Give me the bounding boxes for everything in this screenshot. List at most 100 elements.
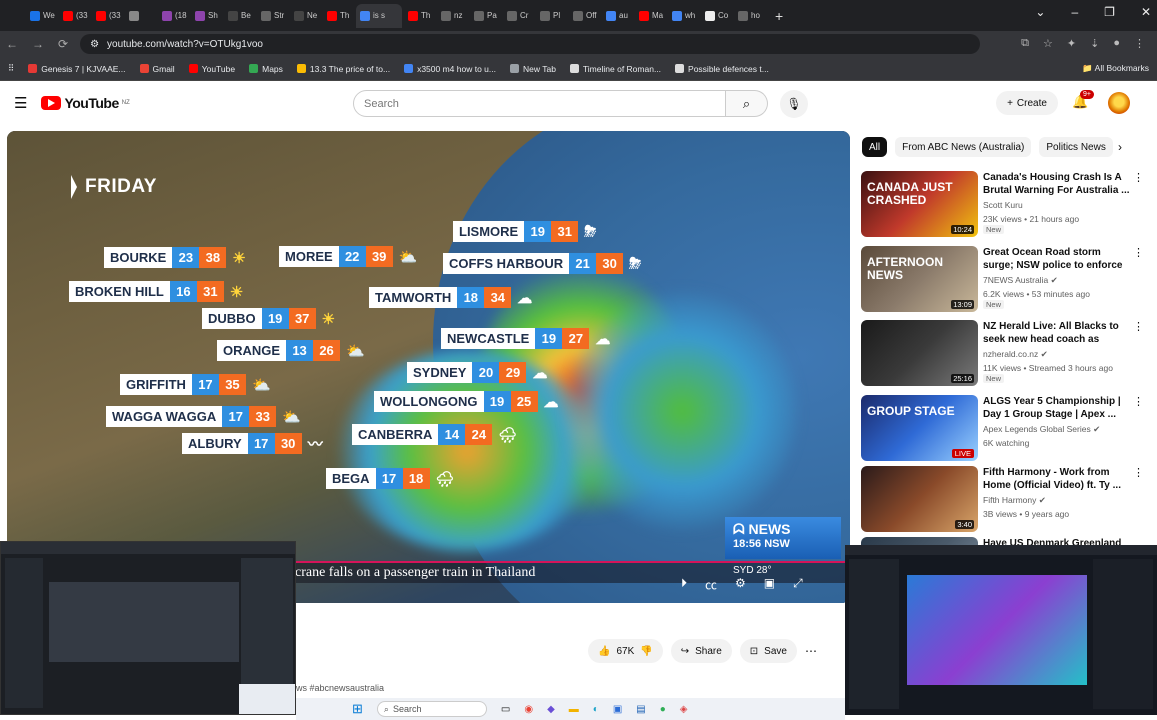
app-icon[interactable]: ◆	[547, 704, 555, 715]
recommendation-item[interactable]: 3:40 Fifth Harmony - Work from Home (Offi…	[861, 466, 1144, 532]
browser-tab[interactable]: (18	[158, 4, 189, 28]
video-title[interactable]: ALGS Year 5 Championship | Day 1 Group S…	[983, 395, 1131, 421]
recommendation-item[interactable]: GROUP STAGE LIVE ALGS Year 5 Championship …	[861, 395, 1144, 461]
browser-tab[interactable]: Pa	[470, 4, 501, 28]
downloads-icon[interactable]: ⇣	[1090, 37, 1099, 50]
search-input[interactable]: Search	[353, 90, 726, 117]
browser-tab[interactable]: wh	[668, 4, 699, 28]
app-icon[interactable]: ●	[660, 704, 666, 715]
more-options-icon[interactable]: ⋮	[1133, 466, 1144, 479]
like-button[interactable]: 👍 67K 👎	[588, 639, 663, 663]
chevron-down-icon[interactable]: ⌄	[1035, 5, 1045, 19]
maximize-button[interactable]: ❐	[1104, 5, 1115, 19]
youtube-logo[interactable]: YouTube NZ	[41, 95, 130, 111]
new-tab-button[interactable]: +	[775, 8, 783, 24]
browser-tab[interactable]: is s	[356, 3, 402, 28]
apps-icon[interactable]: ⠿	[8, 63, 14, 74]
fullscreen-icon[interactable]: ⤢	[793, 576, 803, 593]
video-title[interactable]: Great Ocean Road storm surge; NSW police…	[983, 246, 1131, 274]
bookmark-item[interactable]: 13.3 The price of to...	[296, 64, 390, 74]
video-title[interactable]: NZ Herald Live: All Blacks to seek new h…	[983, 320, 1131, 348]
bookmark-item[interactable]: Possible defences t...	[675, 64, 769, 74]
create-button[interactable]: + Create	[996, 91, 1058, 115]
recommendation-item[interactable]: AFTERNOON NEWS 13:09 Great Ocean Road stor…	[861, 246, 1144, 312]
video-player[interactable]: FRIDAY LISMORE 19 31 ⛈ BOURKE 23 38 ☀ MOREE 22 39 ⛅…	[7, 131, 850, 603]
app-icon[interactable]: ◈	[680, 704, 688, 715]
browser-tab[interactable]: Co	[701, 4, 732, 28]
bookmark-item[interactable]: YouTube	[188, 64, 235, 74]
description-hashtags[interactable]: ws #abcnewsaustralia	[296, 683, 384, 693]
browser-tab[interactable]: Ne	[290, 4, 321, 28]
bookmark-item[interactable]: Timeline of Roman...	[569, 64, 661, 74]
browser-tab[interactable]: Th	[404, 4, 435, 28]
app-icon[interactable]: ▣	[613, 704, 622, 715]
more-actions-icon[interactable]: ⋯	[805, 644, 817, 658]
browser-tab[interactable]: Ma	[635, 4, 666, 28]
browser-tab[interactable]: We	[26, 4, 57, 28]
more-options-icon[interactable]: ⋮	[1133, 246, 1144, 259]
save-button[interactable]: ⊡ Save	[739, 639, 797, 663]
channel-name[interactable]: 7NEWS Australia ✔	[983, 275, 1058, 286]
miniplayer-icon[interactable]: ▣	[764, 576, 775, 593]
channel-name[interactable]: Fifth Harmony ✔	[983, 495, 1046, 506]
bookmark-star-icon[interactable]: ☆	[1043, 37, 1053, 50]
browser-tab[interactable]: Sh	[191, 4, 222, 28]
dislike-button[interactable]: 👎	[640, 646, 652, 657]
more-options-icon[interactable]: ⋮	[1133, 395, 1144, 408]
voice-search-button[interactable]: 🎙	[780, 90, 808, 118]
forward-button[interactable]: →	[32, 37, 44, 51]
browser-tab[interactable]: ho	[734, 4, 765, 28]
profile-icon[interactable]: ●	[1113, 37, 1120, 50]
bookmark-item[interactable]: Gmail	[139, 64, 175, 74]
all-bookmarks-button[interactable]: 📁 All Bookmarks	[1082, 63, 1149, 74]
browser-tab[interactable]: Str	[257, 4, 288, 28]
edge-icon[interactable]: ◐	[593, 704, 599, 715]
minimize-button[interactable]: –	[1071, 5, 1078, 19]
browser-tab[interactable]	[125, 4, 156, 28]
filter-chip[interactable]: Politics News	[1039, 137, 1113, 157]
bookmark-item[interactable]: x3500 m4 how to u...	[404, 64, 496, 74]
windows-start-icon[interactable]: ⊞	[352, 701, 363, 717]
more-options-icon[interactable]: ⋮	[1133, 171, 1144, 184]
more-options-icon[interactable]: ⋮	[1133, 320, 1144, 333]
back-button[interactable]: ←	[6, 37, 18, 51]
app-icon[interactable]: ▤	[636, 704, 645, 715]
recommendation-item[interactable]: CANADA JUST CRASHED 10:24 Canada's Housing…	[861, 171, 1144, 237]
bookmark-item[interactable]: Genesis 7 | KJVAAE...	[28, 64, 126, 74]
browser-tab[interactable]: Th	[323, 4, 354, 28]
task-view-icon[interactable]: ▭	[501, 704, 510, 715]
chrome-icon[interactable]: ◉	[524, 704, 533, 715]
settings-gear-icon[interactable]: ⚙	[735, 576, 746, 593]
extensions-icon[interactable]: ✦	[1067, 37, 1076, 50]
video-thumbnail[interactable]: 25:16	[861, 320, 978, 386]
captions-icon[interactable]: ㏄	[705, 576, 717, 593]
reload-button[interactable]: ⟳	[58, 37, 68, 51]
install-icon[interactable]: ⧉	[1021, 37, 1029, 50]
chevron-right-icon[interactable]: ›	[1118, 140, 1122, 154]
video-thumbnail[interactable]: GROUP STAGE LIVE	[861, 395, 978, 461]
folder-icon[interactable]: ▬	[569, 704, 579, 715]
browser-tab[interactable]: (33	[59, 4, 90, 28]
browser-tab[interactable]: nz	[437, 4, 468, 28]
channel-name[interactable]: Scott Kuru	[983, 200, 1023, 210]
site-info-icon[interactable]: ⚙	[90, 39, 99, 50]
search-button[interactable]: ⌕	[726, 90, 768, 117]
taskbar-search[interactable]: ⌕ Search	[376, 701, 487, 717]
browser-tab[interactable]: (33	[92, 4, 123, 28]
video-title[interactable]: Fifth Harmony - Work from Home (Official…	[983, 466, 1131, 492]
bookmark-item[interactable]: New Tab	[510, 64, 556, 74]
browser-tab[interactable]: Be	[224, 4, 255, 28]
channel-name[interactable]: nzherald.co.nz ✔	[983, 349, 1048, 360]
video-title[interactable]: Canada's Housing Crash Is A Brutal Warni…	[983, 171, 1131, 197]
autoplay-toggle-icon[interactable]: ⏵	[681, 576, 687, 593]
recommendation-item[interactable]: 25:16 NZ Herald Live: All Blacks to seek …	[861, 320, 1144, 386]
filter-chip[interactable]: From ABC News (Australia)	[895, 137, 1032, 157]
menu-icon[interactable]: ⋮	[1134, 37, 1145, 50]
close-window-button[interactable]: ✕	[1141, 5, 1151, 19]
video-thumbnail[interactable]: 3:40	[861, 466, 978, 532]
browser-tab[interactable]: au	[602, 4, 633, 28]
filter-chip[interactable]: All	[862, 137, 888, 157]
video-thumbnail[interactable]: CANADA JUST CRASHED 10:24	[861, 171, 978, 237]
browser-tab[interactable]: Off	[569, 4, 600, 28]
menu-hamburger-icon[interactable]: ☰	[14, 94, 27, 112]
